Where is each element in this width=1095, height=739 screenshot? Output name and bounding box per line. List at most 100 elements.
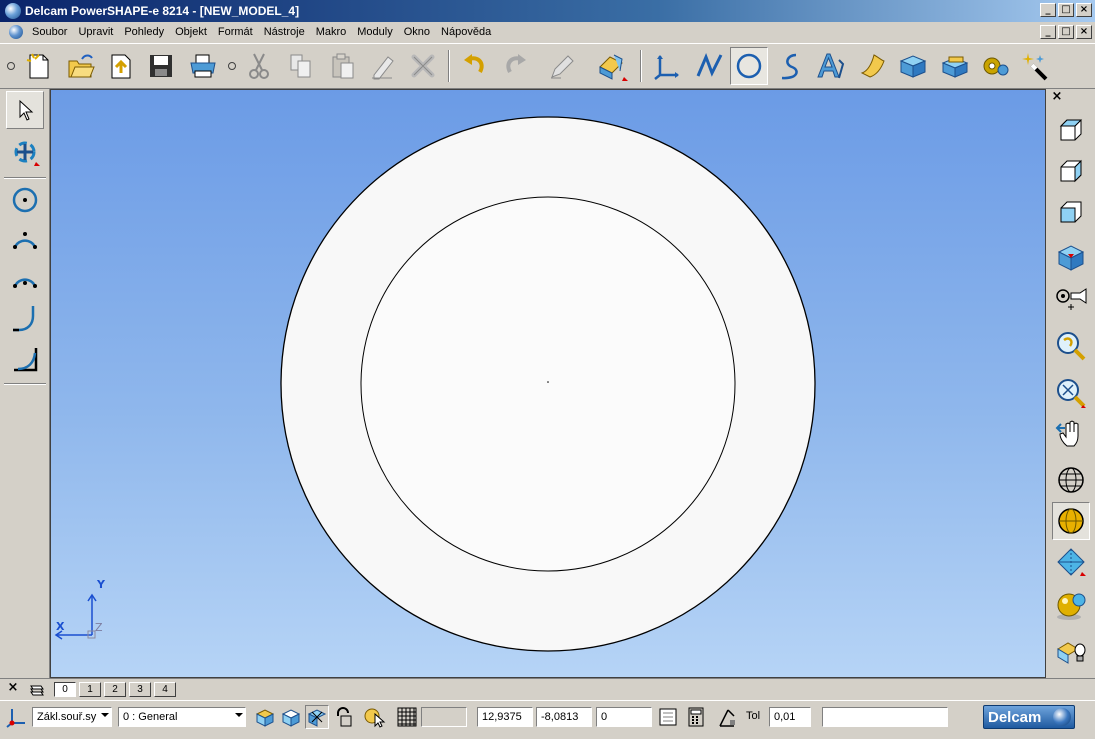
close-button[interactable]: × [1076,3,1092,17]
doc-restore-button[interactable]: □ [1058,25,1074,39]
select-surface-button[interactable] [279,705,303,729]
sphere-button[interactable] [1052,587,1090,625]
grid-button[interactable] [395,705,419,729]
save-icon [150,55,172,77]
document-icon[interactable] [9,25,23,39]
maximize-button[interactable]: □ [1058,3,1074,17]
curve-button[interactable] [772,47,810,85]
arc-button[interactable] [730,47,768,85]
level-tab-3[interactable]: 3 [129,681,151,697]
pan-button[interactable] [1052,415,1090,453]
transform-button[interactable] [6,133,44,171]
lock-icon [337,707,352,727]
menu-napoveda[interactable]: Nápověda [436,26,497,38]
level-select[interactable]: 0 : General [118,707,246,727]
arc-through-points-button[interactable] [6,259,44,297]
wizard-button[interactable] [1016,47,1054,85]
generic-edit-button[interactable] [594,47,632,85]
coordinate-z-field[interactable]: 0 [596,707,652,727]
open-model-button[interactable] [62,47,100,85]
model-canvas[interactable]: Y X Z [51,90,1046,678]
toolbar-grip-2[interactable] [228,62,236,70]
arc-three-points-button[interactable] [6,220,44,258]
text-button[interactable] [812,47,850,85]
levels-close-icon[interactable]: × [6,681,20,696]
surface-button[interactable] [854,47,892,85]
solid-feature-button[interactable] [936,47,974,85]
redo-button[interactable] [496,47,534,85]
level-tab-1[interactable]: 1 [79,681,101,697]
workplane-button[interactable] [648,47,686,85]
import-button[interactable] [102,47,140,85]
levels-icon[interactable] [28,681,50,697]
coordinate-y-field[interactable]: -8,0813 [536,707,592,727]
doc-minimize-button[interactable]: _ [1040,25,1056,39]
menu-moduly[interactable]: Moduly [352,26,398,38]
solid-button[interactable] [894,47,932,85]
paste-button[interactable] [324,47,362,85]
view-shading-button[interactable] [1052,543,1090,581]
lock-button[interactable] [331,705,355,729]
save-button[interactable] [142,47,180,85]
line-button[interactable] [690,47,728,85]
calculator-button[interactable] [684,705,708,729]
menu-objekt[interactable]: Objekt [170,26,213,38]
paste-icon [332,53,354,79]
coordinate-x-field[interactable]: 12,9375 [477,707,533,727]
level-tab-4[interactable]: 4 [154,681,176,697]
lights-button[interactable] [1052,632,1090,670]
menu-makro[interactable]: Makro [311,26,353,38]
tolerance-field[interactable]: 0,01 [769,707,811,727]
menu-okno[interactable]: Okno [399,26,436,38]
command-input[interactable] [822,707,948,727]
view-top-button[interactable] [1052,239,1090,277]
electrode-button[interactable] [976,47,1014,85]
smart-cursor-button[interactable] [363,705,387,729]
shaded-button[interactable] [1052,502,1090,540]
workplane-dropdown-icon[interactable] [101,713,109,717]
level-tab-2[interactable]: 2 [104,681,126,697]
menu-format[interactable]: Formát [213,26,259,38]
view-camera-button[interactable] [1052,279,1090,317]
select-solid-button[interactable] [305,705,329,729]
copy-button[interactable] [282,47,320,85]
minimize-button[interactable]: _ [1040,3,1056,17]
menu-upravit[interactable]: Upravit [73,26,119,38]
workplane-status-button[interactable] [4,705,28,729]
grid-value-field[interactable] [421,707,467,727]
workplane-select[interactable]: Zákl.souř.sy [32,707,112,727]
workplane-icon [654,55,679,80]
view-iso1-button[interactable] [1052,111,1090,149]
view-iso2-button[interactable] [1052,152,1090,190]
level-tab-0[interactable]: 0 [54,681,76,697]
delcam-logo: Delcam [983,705,1075,729]
new-model-button[interactable] [20,47,58,85]
level-dropdown-icon[interactable] [235,713,243,717]
menu-soubor[interactable]: Soubor [27,26,73,38]
select-wireframe-button[interactable] [253,705,277,729]
model-viewport[interactable]: Y X Z [50,89,1046,678]
inner-circle[interactable] [360,196,736,572]
corner-arc-button[interactable] [6,339,44,377]
select-button[interactable] [6,91,44,129]
print-button[interactable] [184,47,222,85]
undo-button[interactable] [456,47,494,85]
delete-button[interactable] [404,47,442,85]
menu-nastroje[interactable]: Nástroje [259,26,311,38]
erase-button[interactable] [364,47,402,85]
doc-close-button[interactable]: × [1076,25,1092,39]
fillet-arc-button[interactable] [6,299,44,337]
right-toolbar-close-icon[interactable]: × [1050,90,1064,105]
edit-button[interactable] [544,47,582,85]
toolbar-grip[interactable] [7,62,15,70]
tolerance-icon [719,709,735,727]
arc-center-button[interactable] [6,181,44,219]
wireframe-button[interactable] [1052,461,1090,499]
position-list-button[interactable] [656,705,680,729]
zoom-fit-button[interactable] [1052,374,1090,412]
view-iso3-button[interactable] [1052,193,1090,231]
cut-button[interactable] [240,47,278,85]
menu-pohledy[interactable]: Pohledy [119,26,170,38]
zoom-previous-button[interactable] [1052,327,1090,365]
tolerance-button[interactable] [715,705,739,729]
